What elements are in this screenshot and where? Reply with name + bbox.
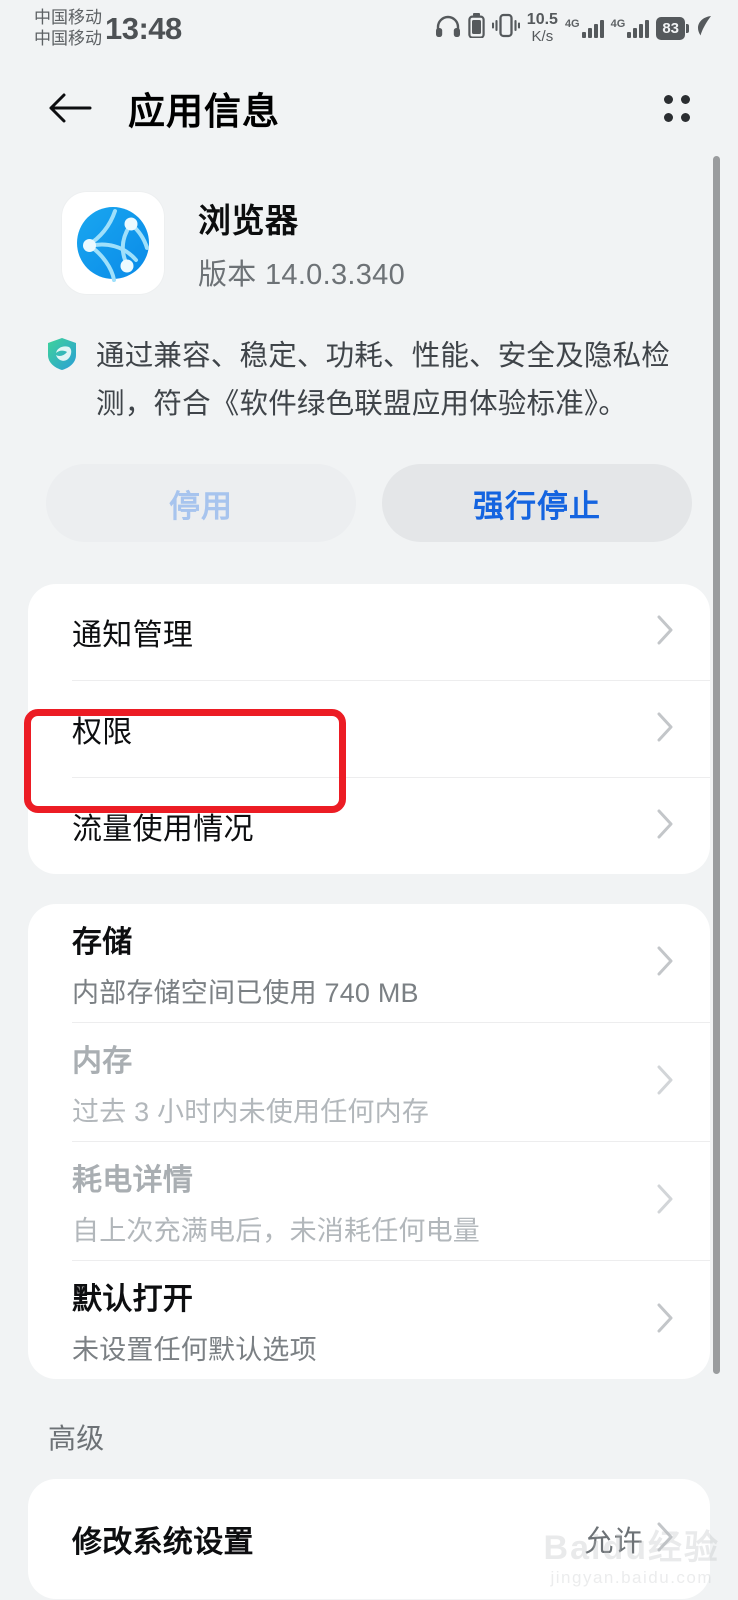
signal-sim2-bars [627, 18, 650, 38]
app-summary: 浏览器 版本 14.0.3.340 [0, 160, 738, 294]
chevron-right-icon [657, 809, 674, 844]
signal-sim2: 4G [611, 18, 650, 38]
disable-button[interactable]: 停用 [46, 464, 356, 542]
certification-notice: 通过兼容、稳定、功耗、性能、安全及隐私检测，符合《软件绿色联盟应用体验标准》。 [0, 294, 738, 428]
certification-text: 通过兼容、稳定、功耗、性能、安全及隐私检测，符合《软件绿色联盟应用体验标准》。 [96, 340, 671, 420]
status-clock: 13:48 [105, 11, 182, 46]
network-speed-indicator: 10.5 K/s [527, 11, 558, 45]
vertical-scrollbar[interactable] [713, 156, 720, 1374]
battery-percent: 83 [662, 19, 679, 37]
chevron-right-icon [657, 1184, 674, 1219]
app-name: 浏览器 [198, 201, 299, 239]
usage-card: 存储 内部存储空间已使用 740 MB 内存 过去 3 小时内未使用任何内存 耗… [28, 904, 710, 1379]
back-button[interactable] [44, 82, 96, 134]
list-item-label: 默认打开 [72, 1282, 194, 1316]
vibrate-icon [491, 13, 520, 43]
grid-dots-menu-icon[interactable] [648, 79, 706, 137]
power-saving-leaf-icon [696, 14, 714, 43]
chevron-right-icon [657, 1303, 674, 1338]
list-item-label: 流量使用情况 [72, 813, 254, 846]
list-item-subtitle: 内部存储空间已使用 740 MB [72, 977, 419, 1008]
browser-globe-icon [62, 192, 164, 294]
list-item-subtitle: 过去 3 小时内未使用任何内存 [72, 1096, 430, 1127]
signal-sim2-label: 4G [610, 18, 626, 30]
chevron-right-icon [657, 712, 674, 747]
list-item-subtitle: 未设置任何默认选项 [72, 1334, 317, 1365]
status-bar: 中国移动 中国移动 13:48 10.5 K/s 4G 4G 83 [0, 0, 738, 56]
green-alliance-badge-icon [44, 336, 80, 377]
signal-sim1-bars [581, 18, 604, 38]
app-meta: 浏览器 版本 14.0.3.340 [198, 194, 405, 293]
list-item-storage[interactable]: 存储 内部存储空间已使用 740 MB [28, 904, 710, 1022]
list-item-label: 通知管理 [72, 619, 194, 652]
list-item-modify-system-settings[interactable]: 修改系统设置 允许 [28, 1479, 710, 1599]
arrow-left-icon [49, 93, 92, 123]
chevron-right-icon [657, 1522, 674, 1557]
basic-settings-card: 通知管理 权限 流量使用情况 [28, 584, 710, 874]
list-item-subtitle: 自上次充满电后，未消耗任何电量 [72, 1215, 480, 1246]
headset-battery-icon [468, 13, 485, 43]
list-item-open-by-default[interactable]: 默认打开 未设置任何默认选项 [28, 1261, 710, 1379]
action-buttons: 停用 强行停止 [0, 428, 738, 542]
list-item-label: 权限 [72, 716, 133, 749]
top-app-bar: 应用信息 [0, 56, 738, 160]
chevron-right-icon [657, 946, 674, 981]
list-item-permissions[interactable]: 权限 [28, 681, 710, 777]
list-item-notification-management[interactable]: 通知管理 [28, 584, 710, 680]
chevron-right-icon [657, 1065, 674, 1100]
carrier-sim2: 中国移动 [34, 29, 102, 48]
network-speed-unit: K/s [531, 28, 554, 45]
chevron-right-icon [657, 615, 674, 650]
status-icons: 10.5 K/s 4G 4G 83 [435, 11, 714, 45]
list-item-label: 存储 [72, 925, 133, 959]
carrier-names: 中国移动 中国移动 [34, 7, 102, 49]
page-title: 应用信息 [128, 91, 280, 132]
app-info-screen: 中国移动 中国移动 13:48 10.5 K/s 4G 4G 83 应用信息 浏… [0, 0, 738, 1600]
list-item-data-usage[interactable]: 流量使用情况 [28, 778, 710, 874]
network-speed-value: 10.5 [526, 11, 558, 28]
section-label-advanced: 高级 [48, 1423, 105, 1454]
advanced-card: 修改系统设置 允许 [28, 1479, 710, 1599]
list-item-label: 修改系统设置 [72, 1526, 254, 1559]
list-item-value: 允许 [584, 1526, 643, 1558]
scroll-content: 浏览器 版本 14.0.3.340 通过兼容、稳定、功耗、性能、安全及隐私检测，… [0, 160, 738, 1600]
force-stop-button[interactable]: 强行停止 [382, 464, 692, 542]
battery-icon: 83 [656, 16, 689, 40]
list-item-memory[interactable]: 内存 过去 3 小时内未使用任何内存 [28, 1023, 710, 1141]
signal-sim1-label: 4G [564, 18, 580, 30]
carrier-sim1: 中国移动 [34, 8, 102, 27]
signal-sim1: 4G [565, 18, 604, 38]
headphones-icon [435, 15, 461, 42]
list-item-label: 内存 [72, 1044, 133, 1078]
list-item-battery-details[interactable]: 耗电详情 自上次充满电后，未消耗任何电量 [28, 1142, 710, 1260]
app-version: 版本 14.0.3.340 [198, 258, 406, 291]
list-item-label: 耗电详情 [72, 1163, 194, 1197]
